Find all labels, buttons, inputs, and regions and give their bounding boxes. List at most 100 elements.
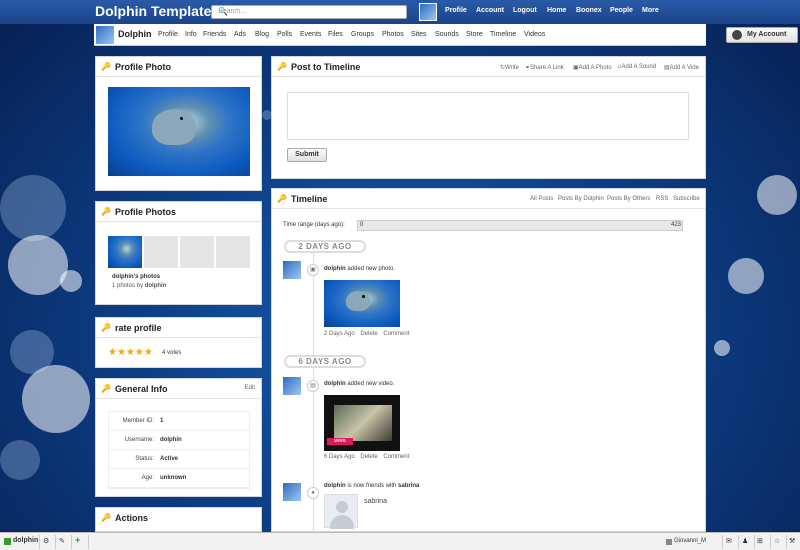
filter-subscribe[interactable]: Subscribe bbox=[673, 196, 700, 202]
wrench-icon[interactable]: ⚒ bbox=[789, 537, 795, 545]
nav-people[interactable]: People bbox=[610, 7, 633, 14]
album-strip[interactable] bbox=[108, 236, 250, 268]
nav-home[interactable]: Home bbox=[547, 7, 566, 14]
submit-button[interactable]: Submit bbox=[287, 148, 327, 162]
actions-box: 🔑 Actions bbox=[95, 507, 262, 532]
avatar[interactable] bbox=[419, 3, 437, 21]
bokeh-light bbox=[22, 365, 90, 433]
tab-sites[interactable]: Sites bbox=[411, 31, 427, 38]
my-account-button[interactable]: My Account bbox=[726, 27, 798, 43]
event-photo[interactable] bbox=[324, 280, 400, 327]
friend-name[interactable]: sabrina bbox=[364, 498, 387, 505]
event-user[interactable]: dolphin bbox=[324, 266, 346, 272]
event-friend[interactable]: sabrina bbox=[398, 483, 419, 489]
tab-share-link-label: Share A Link bbox=[530, 65, 564, 71]
profile-avatar[interactable] bbox=[96, 26, 114, 44]
rate-profile-box: 🔑 rate profile ★★★★★ 4 votes bbox=[95, 317, 262, 368]
box-title: Post to Timeline bbox=[291, 62, 361, 72]
event-time-link[interactable]: 6 Days Ago bbox=[324, 454, 355, 460]
tab-timeline[interactable]: Timeline bbox=[490, 31, 516, 38]
bokeh-light bbox=[10, 330, 54, 374]
delete-link[interactable]: Delete bbox=[360, 454, 377, 460]
general-info-box: 🔑 General Info Edit Member ID: 1 Username… bbox=[95, 378, 262, 497]
tab-photos[interactable]: Photos bbox=[382, 31, 404, 38]
box-title: General Info bbox=[115, 384, 168, 394]
delete-link[interactable]: Delete bbox=[360, 331, 377, 337]
filter-posts-by-others[interactable]: Posts By Others bbox=[607, 196, 650, 202]
bokeh-light bbox=[8, 235, 68, 295]
event-text: dolphin added new photo. bbox=[324, 266, 395, 272]
tab-add-photo[interactable]: ▣Add A Photo bbox=[573, 64, 612, 71]
event-avatar[interactable] bbox=[283, 377, 301, 395]
event-video[interactable]: vevo bbox=[324, 395, 400, 451]
event-user[interactable]: dolphin bbox=[324, 381, 346, 387]
tab-events[interactable]: Events bbox=[300, 31, 321, 38]
tab-write[interactable]: ↻Write bbox=[500, 64, 519, 71]
profile-photo-image[interactable] bbox=[108, 87, 250, 176]
vote-count: 4 votes bbox=[162, 350, 182, 356]
key-icon: 🔑 bbox=[101, 513, 111, 522]
tab-sounds[interactable]: Sounds bbox=[435, 31, 459, 38]
date-separator: 2 DAYS AGO bbox=[284, 240, 366, 253]
event-avatar[interactable] bbox=[283, 483, 301, 501]
person-icon[interactable]: ♟ bbox=[742, 537, 748, 545]
toolbar-user[interactable]: dolphin bbox=[13, 537, 38, 544]
comment-link[interactable]: Comment bbox=[383, 454, 409, 460]
star-icon[interactable]: ☆ bbox=[774, 537, 780, 545]
timeline-box: 🔑 Timeline All Posts Posts By Dolphin Po… bbox=[271, 188, 706, 532]
album-title[interactable]: dolphin's photos bbox=[112, 274, 160, 280]
comment-link[interactable]: Comment bbox=[383, 331, 409, 337]
mail-icon[interactable]: ✉ bbox=[726, 537, 732, 545]
tab-add-sound[interactable]: ♫Add A Sound bbox=[617, 64, 656, 70]
event-text: dolphin added new video. bbox=[324, 381, 394, 387]
nav-account[interactable]: Account bbox=[476, 7, 504, 14]
tab-add-photo-label: Add A Photo bbox=[578, 65, 612, 71]
nav-profile[interactable]: Profile bbox=[445, 7, 467, 14]
star-rating[interactable]: ★★★★★ bbox=[108, 347, 153, 358]
event-action: added new photo. bbox=[347, 266, 396, 272]
gear-icon[interactable]: ⚙ bbox=[43, 537, 49, 545]
bottom-toolbar: dolphin ⚙ ✎ + Giovanni_M ✉ ♟ ⊞ ☆ ⚒ bbox=[0, 532, 800, 550]
range-min: 0 bbox=[360, 222, 364, 228]
tab-videos[interactable]: Videos bbox=[524, 31, 545, 38]
tab-ads[interactable]: Ads bbox=[234, 31, 246, 38]
post-textarea[interactable] bbox=[287, 92, 689, 140]
site-title[interactable]: Dolphin Template bbox=[95, 3, 211, 19]
tab-add-video[interactable]: ▤Add A Vide bbox=[664, 64, 699, 71]
status-icon bbox=[4, 538, 11, 545]
tab-polls[interactable]: Polls bbox=[277, 31, 292, 38]
edit-link[interactable]: Edit bbox=[245, 385, 255, 391]
tab-store[interactable]: Store bbox=[466, 31, 483, 38]
album-thumb[interactable] bbox=[108, 236, 142, 268]
tab-blog[interactable]: Blog bbox=[255, 31, 269, 38]
event-time-link[interactable]: 2 Days Ago bbox=[324, 331, 355, 337]
bokeh-light bbox=[714, 340, 730, 356]
nav-more[interactable]: More bbox=[642, 7, 659, 14]
tab-share-link[interactable]: ⚭Share A Link bbox=[525, 64, 564, 71]
nav-logout[interactable]: Logout bbox=[513, 7, 537, 14]
photo-icon: ▣ bbox=[307, 264, 319, 276]
edit-icon[interactable]: ✎ bbox=[59, 537, 65, 545]
friend-avatar[interactable] bbox=[324, 494, 358, 529]
filter-posts-by-dolphin[interactable]: Posts By Dolphin bbox=[558, 196, 604, 202]
profile-name[interactable]: Dolphin bbox=[118, 29, 152, 39]
event-avatar[interactable] bbox=[283, 261, 301, 279]
tab-friends[interactable]: Friends bbox=[203, 31, 226, 38]
filter-all-posts[interactable]: All Posts bbox=[530, 196, 553, 202]
time-range-slider[interactable]: 0 423 bbox=[357, 220, 683, 231]
nav-boonex[interactable]: Boonex bbox=[576, 7, 602, 14]
album-owner[interactable]: dolphin bbox=[145, 283, 167, 289]
tab-files[interactable]: Files bbox=[328, 31, 343, 38]
search-icon[interactable]: 🔍 bbox=[218, 7, 402, 16]
event-actions: 2 Days Ago Delete Comment bbox=[324, 331, 413, 337]
search-input[interactable]: Search... 🔍 bbox=[211, 5, 407, 19]
filter-rss[interactable]: RSS bbox=[656, 196, 668, 202]
toolbar-right-user[interactable]: Giovanni_M bbox=[674, 538, 706, 544]
cart-icon[interactable]: ⊞ bbox=[757, 537, 763, 545]
tab-info[interactable]: Info bbox=[185, 31, 197, 38]
tab-groups[interactable]: Groups bbox=[351, 31, 374, 38]
tab-profile[interactable]: Profile bbox=[158, 31, 178, 38]
event-user[interactable]: dolphin bbox=[324, 483, 346, 489]
key-icon: 🔑 bbox=[101, 62, 111, 71]
add-icon[interactable]: + bbox=[75, 535, 80, 545]
